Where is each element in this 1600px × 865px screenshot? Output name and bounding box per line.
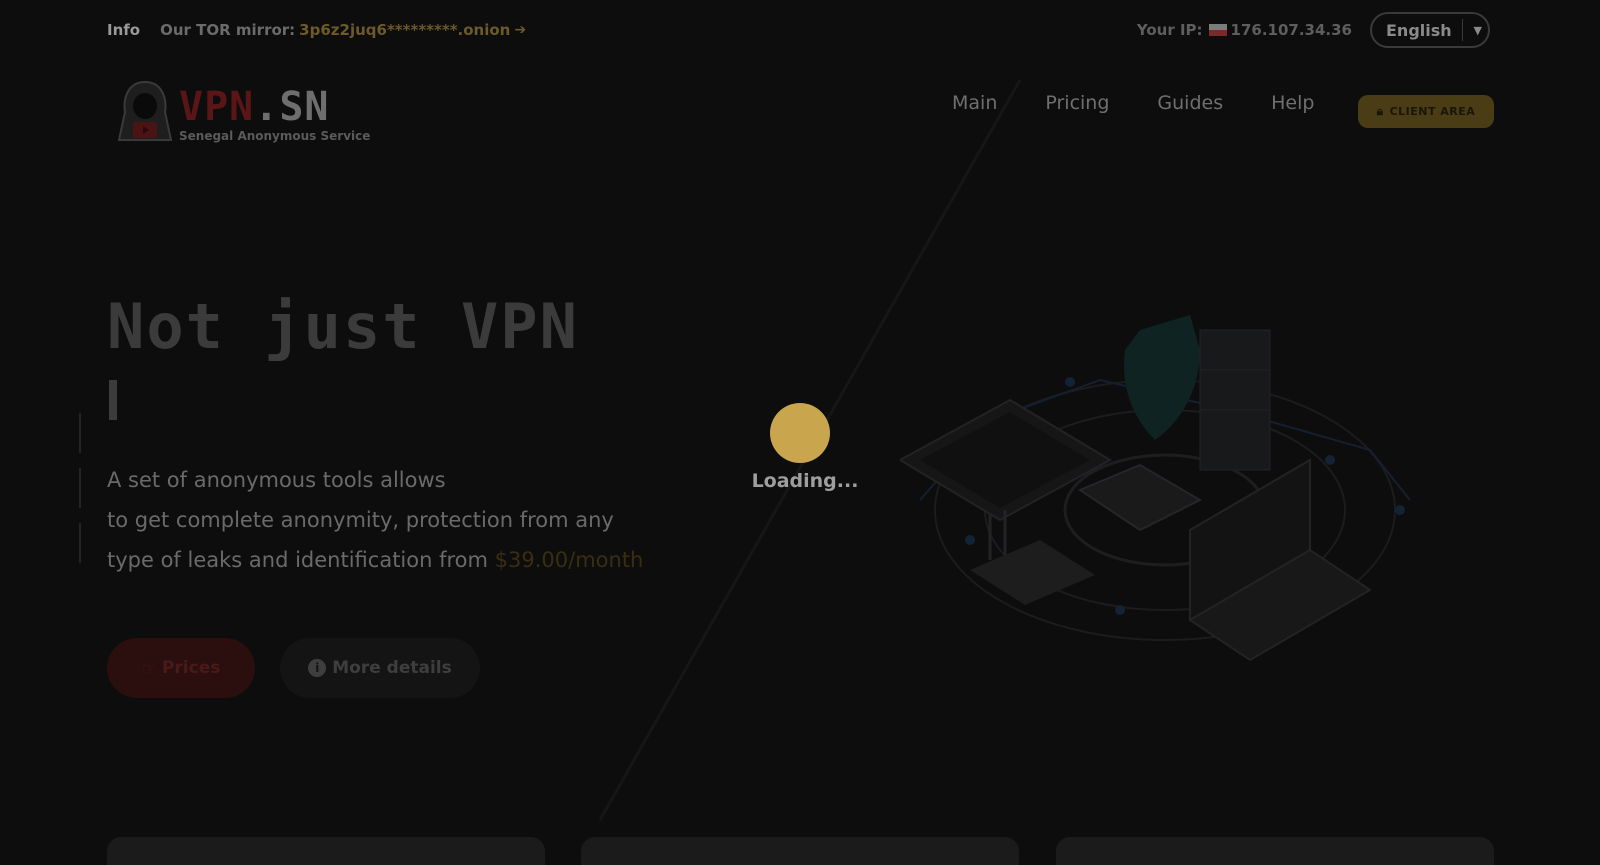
lock-icon: 🔒︎: [1376, 104, 1384, 118]
hero-description: A set of anonymous tools allows to get c…: [107, 460, 643, 580]
hero-desc-text: type of leaks and identification from: [107, 548, 488, 572]
tor-mirror-label: Our TOR mirror:: [160, 21, 296, 39]
prices-button-label: Prices: [161, 658, 221, 678]
hero-title: Not just VPN: [107, 290, 579, 363]
site-logo[interactable]: VPN.SN Senegal Anonymous Service: [113, 78, 370, 146]
brand-subtitle: Senegal Anonymous Service: [179, 129, 371, 143]
tor-mirror-link[interactable]: 3p6z2juq6*********.onion: [299, 21, 510, 39]
feature-card: [581, 837, 1019, 865]
brand-name: VPN.SN: [179, 87, 370, 127]
info-link[interactable]: Info: [107, 21, 140, 39]
network-devices-illustration: [897, 290, 1440, 670]
client-area-label: CLIENT AREA: [1389, 105, 1476, 118]
feature-card: [107, 837, 545, 865]
loading-spinner: [770, 403, 830, 463]
more-details-label: More details: [332, 658, 452, 678]
language-value: English: [1386, 20, 1452, 40]
decor-line: [79, 523, 81, 563]
info-icon: i: [308, 659, 327, 677]
ip-label: Your IP:: [1136, 21, 1203, 39]
feature-card: [1056, 837, 1494, 865]
nav-pricing[interactable]: Pricing: [1045, 92, 1109, 114]
top-info-bar: Info Our TOR mirror: 3p6z2juq6*********.…: [107, 12, 1490, 48]
chevron-down-icon: ▼: [1473, 23, 1482, 37]
ip-value: 176.107.34.36: [1230, 21, 1352, 39]
decor-line: [79, 413, 81, 453]
prices-button[interactable]: ☞ Prices: [107, 638, 255, 698]
main-nav: Main Pricing Guides Help: [952, 92, 1362, 114]
hacker-mascot-icon: [113, 78, 177, 146]
brand-name-part2: .SN: [254, 84, 330, 130]
language-divider: [1462, 19, 1464, 41]
nav-guides[interactable]: Guides: [1157, 92, 1223, 114]
hero-price: $39.00/month: [494, 548, 644, 572]
brand-name-part1: VPN: [179, 84, 255, 130]
nav-main[interactable]: Main: [952, 92, 997, 114]
hero-desc-line: A set of anonymous tools allows: [107, 468, 446, 492]
nav-help[interactable]: Help: [1271, 92, 1314, 114]
typing-cursor: [109, 380, 117, 420]
hero-desc-line: to get complete anonymity, protection fr…: [107, 508, 614, 532]
client-area-button[interactable]: 🔒︎ CLIENT AREA: [1358, 95, 1494, 128]
language-select[interactable]: English ▼: [1370, 12, 1490, 48]
flag-icon: [1208, 24, 1227, 36]
hero-desc-line: type of leaks and identification from $3…: [107, 540, 643, 580]
more-details-button[interactable]: i More details: [280, 638, 480, 698]
hand-pointer-icon: ☞: [141, 658, 156, 678]
decor-line: [79, 468, 81, 508]
arrow-right-circle-icon[interactable]: ➔: [514, 22, 526, 38]
loading-text: Loading...: [751, 470, 859, 492]
